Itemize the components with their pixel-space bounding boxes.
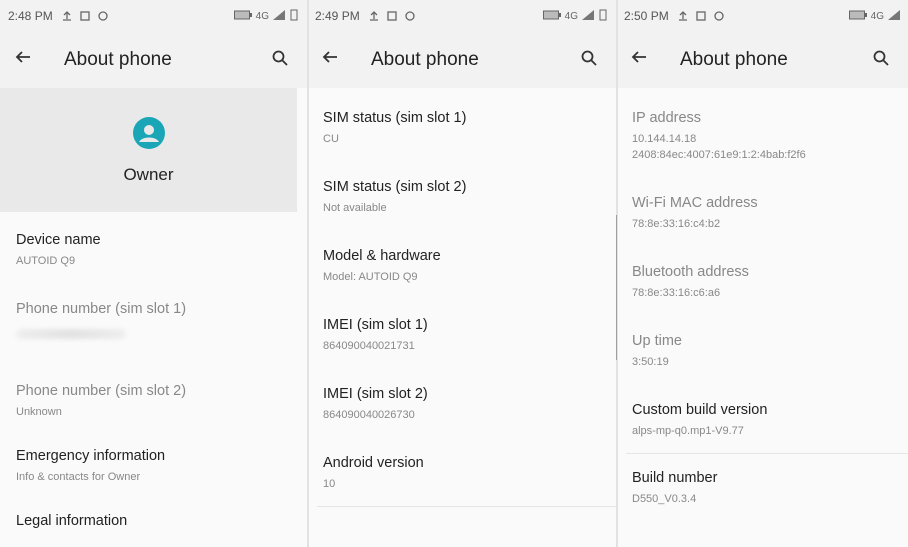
list-item-custom-build-version[interactable]: Custom build version alps-mp-q0.mp1-V9.7…: [616, 400, 908, 439]
list-item-imei-slot1[interactable]: IMEI (sim slot 1) 864090040021731: [307, 315, 616, 354]
app-notification-icon: [713, 10, 725, 22]
item-title: IMEI (sim slot 2): [323, 386, 428, 402]
signal-icon: [582, 9, 594, 23]
redacted-value: [16, 329, 126, 339]
screenshot-icon: [695, 10, 707, 22]
item-subtitle: 864090040021731: [323, 340, 415, 352]
upload-icon: [368, 10, 380, 22]
item-subtitle: Model: AUTOID Q9: [323, 271, 418, 283]
network-type-label: 4G: [564, 10, 578, 22]
upload-icon: [61, 10, 73, 22]
list-divider: [317, 506, 616, 507]
status-time: 2:48 PM: [8, 9, 53, 23]
app-bar: About phone: [0, 32, 307, 88]
app-notification-icon: [404, 10, 416, 22]
item-subtitle-secondary: 2408:84ec:4007:61e9:1:2:4bab:f2f6: [632, 149, 806, 161]
owner-header[interactable]: Owner: [0, 88, 297, 212]
item-subtitle: 78:8e:33:16:c6:a6: [632, 287, 721, 299]
page-title: About phone: [371, 49, 479, 70]
item-subtitle: 78:8e:33:16:c4:b2: [632, 218, 721, 230]
account-circle-icon: [132, 116, 166, 155]
list-item-ip-address[interactable]: IP address 10.144.14.18 2408:84ec:4007:6…: [616, 108, 908, 163]
network-type-label: 4G: [255, 10, 269, 22]
item-title: Custom build version: [632, 402, 768, 418]
item-subtitle: 3:50:19: [632, 356, 669, 368]
item-title: Build number: [632, 470, 718, 486]
status-time: 2:49 PM: [315, 9, 360, 23]
battery-saver-icon: [598, 9, 608, 24]
app-bar: About phone: [307, 32, 616, 88]
app-bar: About phone: [616, 32, 908, 88]
upload-icon: [677, 10, 689, 22]
page-title: About phone: [680, 49, 788, 70]
list-item-android-version[interactable]: Android version 10: [307, 453, 616, 492]
list-item-phone-number-sim1[interactable]: Phone number (sim slot 1): [0, 299, 307, 339]
list-item-build-number[interactable]: Build number D550_V0.3.4: [616, 468, 908, 507]
item-title: IP address: [632, 110, 702, 126]
list-item-sim-status-slot1[interactable]: SIM status (sim slot 1) CU: [307, 108, 616, 147]
item-title: Bluetooth address: [632, 264, 749, 280]
search-icon[interactable]: [580, 49, 602, 71]
page-title: About phone: [64, 49, 172, 70]
list-item-emergency-information[interactable]: Emergency information Info & contacts fo…: [0, 446, 307, 485]
search-icon[interactable]: [872, 49, 894, 71]
screen-panel-2: 2:49 PM 4G About phone SIM status (sim s…: [307, 0, 616, 547]
item-title: SIM status (sim slot 2): [323, 179, 467, 195]
item-subtitle: CU: [323, 133, 339, 145]
screenshot-icon: [386, 10, 398, 22]
item-subtitle: Unknown: [16, 406, 62, 418]
screen-panel-3: 2:50 PM 4G About phone IP address 10.144…: [616, 0, 908, 547]
back-arrow-icon[interactable]: [630, 48, 658, 72]
list-item-sim-status-slot2[interactable]: SIM status (sim slot 2) Not available: [307, 177, 616, 216]
list-item-bluetooth-address[interactable]: Bluetooth address 78:8e:33:16:c6:a6: [616, 262, 908, 301]
item-title: IMEI (sim slot 1): [323, 317, 428, 333]
signal-icon: [888, 9, 900, 23]
item-title: Emergency information: [16, 448, 166, 464]
item-title: Phone number (sim slot 1): [16, 301, 187, 317]
network-type-label: 4G: [870, 10, 884, 22]
screenshot-icon: [79, 10, 91, 22]
scroll-indicator: [616, 215, 617, 360]
item-subtitle: D550_V0.3.4: [632, 493, 697, 505]
item-title: Device name: [16, 232, 101, 248]
search-icon[interactable]: [271, 49, 293, 71]
list-item-up-time[interactable]: Up time 3:50:19: [616, 331, 908, 370]
list-item-device-name[interactable]: Device name AUTOID Q9: [0, 230, 307, 269]
item-subtitle: 10.144.14.18: [632, 133, 697, 145]
battery-saver-icon: [289, 9, 299, 24]
battery-icon: [848, 10, 867, 23]
item-subtitle: alps-mp-q0.mp1-V9.77: [632, 425, 744, 437]
list-item-wifi-mac-address[interactable]: Wi-Fi MAC address 78:8e:33:16:c4:b2: [616, 193, 908, 232]
item-title: Legal information: [16, 513, 128, 529]
list-item-model-hardware[interactable]: Model & hardware Model: AUTOID Q9: [307, 246, 616, 285]
screen-panel-1: 2:48 PM 4G About phone Owner Device name…: [0, 0, 307, 547]
signal-icon: [273, 9, 285, 23]
item-title: SIM status (sim slot 1): [323, 110, 467, 126]
list-item-phone-number-sim2[interactable]: Phone number (sim slot 2) Unknown: [0, 381, 307, 420]
item-title: Phone number (sim slot 2): [16, 383, 187, 399]
item-subtitle: AUTOID Q9: [16, 255, 76, 267]
item-title: Up time: [632, 333, 682, 349]
status-bar: 2:49 PM 4G: [307, 0, 616, 32]
item-title: Wi-Fi MAC address: [632, 195, 758, 211]
battery-icon: [233, 10, 252, 23]
back-arrow-icon[interactable]: [14, 48, 42, 72]
item-subtitle: Not available: [323, 202, 387, 214]
owner-name: Owner: [123, 164, 174, 184]
status-bar: 2:50 PM 4G: [616, 0, 908, 32]
item-subtitle: 864090040026730: [323, 409, 415, 421]
item-subtitle: 10: [323, 478, 336, 490]
app-notification-icon: [97, 10, 109, 22]
battery-icon: [542, 10, 561, 23]
panel-divider: [307, 0, 309, 547]
item-title: Android version: [323, 455, 424, 471]
status-bar: 2:48 PM 4G: [0, 0, 307, 32]
item-title: Model & hardware: [323, 248, 441, 264]
status-time: 2:50 PM: [624, 9, 669, 23]
back-arrow-icon[interactable]: [321, 48, 349, 72]
list-item-legal-information[interactable]: Legal information: [0, 511, 307, 531]
list-item-imei-slot2[interactable]: IMEI (sim slot 2) 864090040026730: [307, 384, 616, 423]
item-subtitle: Info & contacts for Owner: [16, 471, 141, 483]
